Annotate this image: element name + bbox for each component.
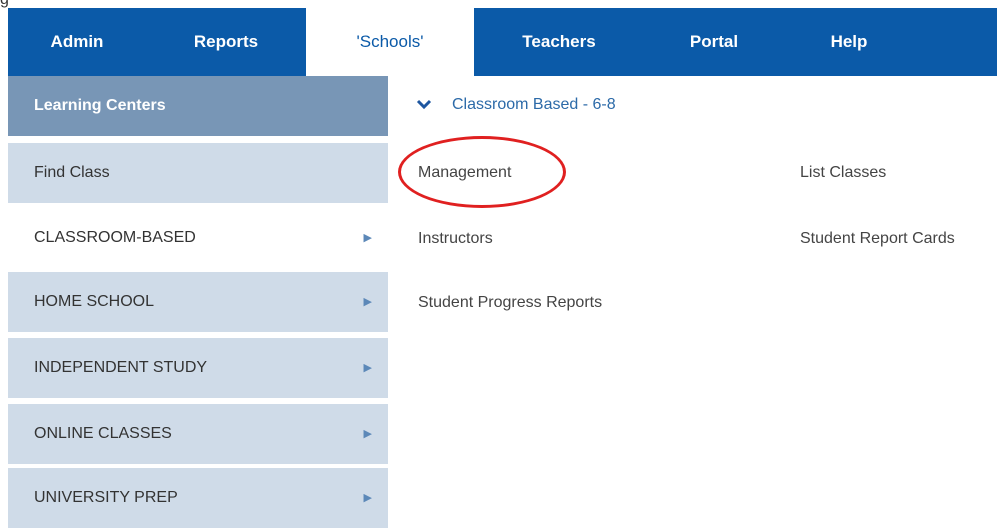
link-student-report-cards[interactable]: Student Report Cards: [800, 230, 955, 248]
tab-teachers[interactable]: Teachers: [474, 8, 644, 76]
link-management[interactable]: Management: [418, 164, 511, 182]
sidebar-item-label: HOME SCHOOL: [34, 293, 155, 310]
section-header[interactable]: Classroom Based - 6-8: [416, 96, 616, 114]
section-title: Classroom Based - 6-8: [452, 96, 616, 113]
sidebar-item-home-school[interactable]: HOME SCHOOL ▶: [8, 272, 388, 332]
chevron-right-icon: ▶: [363, 232, 372, 244]
link-list-classes[interactable]: List Classes: [800, 164, 886, 182]
chevron-right-icon: ▶: [363, 362, 372, 374]
sidebar-item-find-class[interactable]: Find Class: [8, 143, 388, 203]
chevron-right-icon: ▶: [363, 492, 372, 504]
chevron-down-svg: [416, 99, 432, 109]
main-navigation: Admin Reports 'Schools' Teachers Portal …: [8, 8, 997, 76]
link-instructors[interactable]: Instructors: [418, 230, 493, 248]
link-student-progress-reports[interactable]: Student Progress Reports: [418, 294, 602, 312]
tab-portal[interactable]: Portal: [644, 8, 784, 76]
content-panel: Classroom Based - 6-8 Management List Cl…: [388, 76, 997, 526]
chevron-down-icon: [416, 97, 438, 113]
chevron-right-icon: ▶: [363, 428, 372, 440]
sidebar-item-classroom-based[interactable]: CLASSROOM-BASED ▶: [8, 208, 388, 268]
sidebar-item-university-prep[interactable]: UNIVERSITY PREP ▶: [8, 468, 388, 528]
sidebar-item-independent-study[interactable]: INDEPENDENT STUDY ▶: [8, 338, 388, 398]
sidebar-header: Learning Centers: [8, 76, 388, 136]
sidebar: Learning Centers Find Class CLASSROOM-BA…: [8, 76, 388, 528]
sidebar-item-label: CLASSROOM-BASED: [34, 229, 196, 246]
chevron-right-icon: ▶: [363, 296, 372, 308]
tab-help[interactable]: Help: [784, 8, 914, 76]
sidebar-item-label: ONLINE CLASSES: [34, 425, 172, 442]
sidebar-item-online-classes[interactable]: ONLINE CLASSES ▶: [8, 404, 388, 464]
tab-schools[interactable]: 'Schools': [306, 8, 474, 76]
top-strip: g: [0, 0, 997, 8]
tab-reports[interactable]: Reports: [146, 8, 306, 76]
sidebar-item-label: INDEPENDENT STUDY: [34, 359, 208, 376]
sidebar-item-label: Find Class: [34, 164, 110, 181]
tab-admin[interactable]: Admin: [8, 8, 146, 76]
sidebar-item-label: UNIVERSITY PREP: [34, 489, 178, 506]
